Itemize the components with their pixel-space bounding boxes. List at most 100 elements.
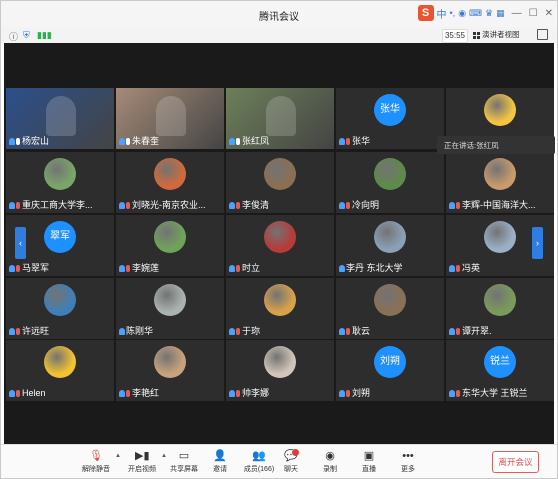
participant-label: 李艳红 [119, 388, 159, 399]
leave-meeting-button[interactable]: 离开会议 [492, 451, 539, 473]
participant-tile[interactable]: 耿云 [336, 278, 444, 339]
participant-tile[interactable]: 重庆工商大学李... [6, 152, 114, 213]
chat-icon: 💬 [284, 449, 299, 462]
participant-tile[interactable]: 李丹 东北大学 [336, 215, 444, 276]
chat-button[interactable]: 💬 聊天 [271, 448, 311, 478]
prev-page-button[interactable]: ‹ [15, 227, 26, 259]
live-label: 直播 [362, 466, 376, 473]
person-icon [9, 390, 15, 397]
participant-tile[interactable]: 陈刚华 [116, 278, 224, 339]
person-icon [339, 202, 345, 209]
mic-muted-icon [16, 390, 20, 397]
share-screen-button[interactable]: ▭ 共享屏幕 [164, 448, 204, 478]
mic-muted-icon [126, 202, 130, 209]
record-button[interactable]: ◉ 录制 [310, 448, 350, 478]
members-icon: 👥 [252, 450, 266, 462]
participant-name: 于珎 [242, 326, 261, 336]
participant-label: Helen [9, 388, 46, 399]
mic-icon[interactable]: ◉ [458, 8, 466, 19]
participant-label: 张红凤 [229, 136, 269, 147]
avatar [44, 158, 76, 190]
participant-name: 李艳红 [132, 388, 160, 398]
mic-muted-icon [16, 202, 20, 209]
participant-tile[interactable]: 许远旺 [6, 278, 114, 339]
participant-tile[interactable]: 帅李娜 [226, 340, 334, 401]
more-button[interactable]: ••• 更多 [388, 448, 428, 478]
person-icon [339, 390, 345, 397]
more-label: 更多 [401, 466, 415, 473]
participant-tile[interactable]: 刘晓光-南京农业... [116, 152, 224, 213]
sogou-ime-icon[interactable]: S [417, 5, 434, 21]
view-mode-button[interactable]: 演讲者视图 [473, 29, 533, 41]
participant-tile[interactable]: 李俊清 [226, 152, 334, 213]
participant-tile[interactable]: 时立 [226, 215, 334, 276]
start-video-button[interactable]: ▶▮ 开启视频 [122, 448, 162, 478]
participant-tile[interactable]: 杨宏山 [6, 88, 114, 149]
live-button[interactable]: ▣ 直播 [349, 448, 389, 478]
tools-icon[interactable]: ▦ [496, 8, 505, 19]
participant-tile[interactable]: 朱春奎 [116, 88, 224, 149]
share-screen-icon: ▭ [178, 450, 190, 462]
participant-name: Helen [22, 388, 46, 398]
mic-muted-icon [346, 138, 350, 145]
mic-muted-icon [346, 390, 350, 397]
participant-name: 李丹 东北大学 [346, 263, 403, 273]
participant-label: 李俊清 [229, 200, 269, 211]
start-video-label: 开启视频 [128, 466, 156, 473]
participant-name: 冯英 [462, 263, 481, 273]
participant-label: 刘朔 [339, 388, 370, 399]
participant-tile[interactable]: Helen [6, 340, 114, 401]
participant-tile[interactable]: 李艳红 [116, 340, 224, 401]
close-icon[interactable]: ✕ [545, 8, 553, 19]
participant-name: 时立 [242, 263, 261, 273]
avatar [264, 158, 296, 190]
shield-icon[interactable]: ⛨ [23, 30, 30, 41]
invite-button[interactable]: 👤 邀请 [200, 448, 240, 478]
participant-tile[interactable]: 张红凤 [226, 88, 334, 149]
chat-label: 聊天 [284, 466, 298, 473]
grid-view-icon [473, 31, 480, 39]
mic-muted-icon [456, 265, 460, 272]
participant-label: 重庆工商大学李... [9, 200, 93, 211]
avatar [154, 346, 186, 378]
participant-label: 陈刚华 [119, 326, 153, 337]
skin-icon[interactable]: ♛ [485, 8, 493, 19]
punctuation-icon[interactable]: •, [450, 8, 456, 18]
video-grid: 锐兰 东华大学 王锐兰 刘朔 刘朔 帅李娜李艳红 Helen 谭开翠. 耿云于珎 陈刚华 许远旺 冯… [4, 43, 555, 444]
person-icon [339, 265, 345, 272]
mic-muted-icon [456, 328, 460, 335]
person-icon [119, 202, 125, 209]
avatar [374, 221, 406, 253]
next-page-button[interactable]: › [532, 227, 543, 259]
person-icon [339, 138, 345, 145]
participant-tile[interactable]: 冷向明 [336, 152, 444, 213]
avatar [484, 94, 516, 126]
maximize-icon[interactable]: ☐ [529, 8, 538, 19]
participant-tile[interactable]: 锐兰 东华大学 王锐兰 [446, 340, 554, 401]
keyboard-icon[interactable]: ⌨ [469, 8, 482, 19]
speaking-indicator: 正在讲话:张红凤 [437, 136, 555, 154]
mic-icon [236, 138, 240, 145]
person-icon [9, 328, 15, 335]
participant-tile[interactable]: 李婉莲 [116, 215, 224, 276]
ime-mode-label[interactable]: 中 [437, 6, 447, 21]
participant-name: 重庆工商大学李... [22, 200, 93, 210]
participant-tile[interactable]: 刘朔 刘朔 [336, 340, 444, 401]
bottom-toolbar: 🎙 解除静音 ▲ ▶▮ 开启视频 ▲ ▭ 共享屏幕 👤 邀请 👥 成员(166)… [1, 444, 557, 478]
minimize-icon[interactable]: — [512, 8, 522, 19]
fullscreen-icon[interactable] [537, 29, 548, 40]
audio-options-caret-icon[interactable]: ▲ [115, 453, 121, 459]
view-mode-label: 演讲者视图 [482, 30, 520, 39]
participant-tile[interactable]: 张华 张华 [336, 88, 444, 149]
participant-label: 刘晓光-南京农业... [119, 200, 206, 211]
participant-label: 许远旺 [9, 326, 49, 337]
info-icon[interactable]: ⓘ [9, 30, 18, 43]
participant-tile[interactable]: 谭开翠. [446, 278, 554, 339]
unmute-button[interactable]: 🎙 解除静音 [76, 448, 116, 478]
participant-tile[interactable]: 于珎 [226, 278, 334, 339]
mic-muted-icon [346, 328, 350, 335]
camera-off-icon: ▶▮ [135, 450, 150, 462]
mic-muted-icon [456, 390, 460, 397]
speaking-label: 正在讲话: [444, 141, 477, 150]
participant-tile[interactable]: 李辉-中国海洋大... [446, 152, 554, 213]
